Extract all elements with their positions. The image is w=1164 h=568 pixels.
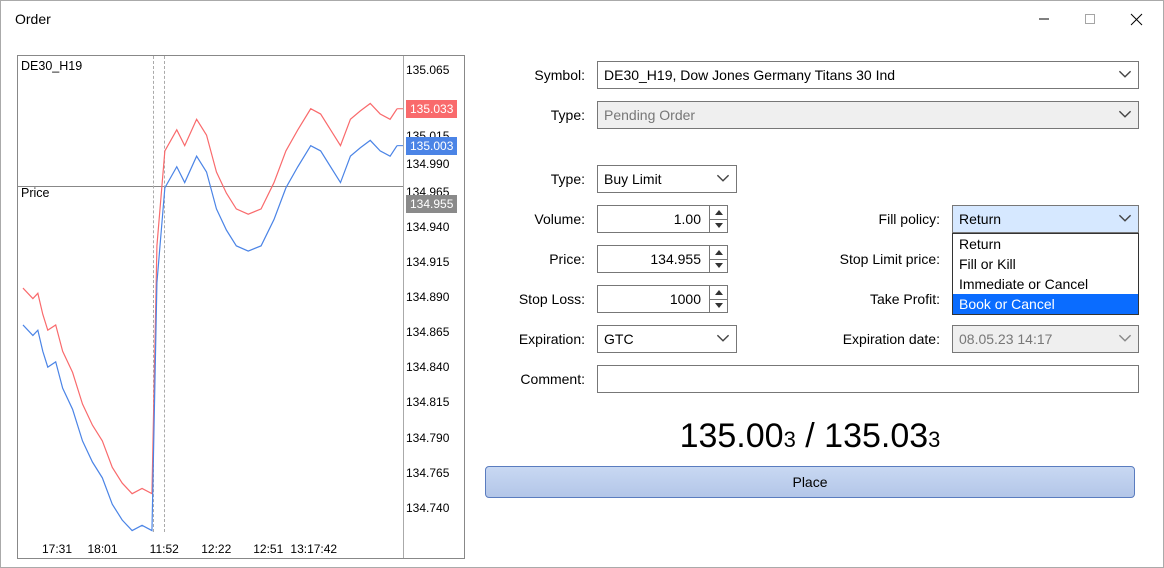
bid-ask-quote: 135.003 / 135.033	[481, 399, 1139, 466]
y-tick: 134.865	[406, 325, 449, 339]
x-tick: 18:01	[87, 542, 117, 556]
quote-separator: /	[796, 417, 824, 455]
expiration-value: GTC	[604, 331, 634, 347]
fillpolicy-select[interactable]: Return Return Fill or Kill Immediate or …	[952, 205, 1139, 233]
stoplimit-label: Stop Limit price:	[812, 251, 952, 267]
spin-up-button[interactable]	[709, 285, 728, 299]
minimize-button[interactable]	[1021, 3, 1067, 35]
x-tick: 17:31	[42, 542, 72, 556]
ask-price-marker: 135.033	[406, 100, 457, 118]
maximize-icon	[1084, 13, 1096, 25]
ordertype-label: Type:	[481, 107, 597, 123]
price-label: Price:	[481, 251, 597, 267]
ask-line	[23, 103, 397, 493]
y-tick: 134.790	[406, 431, 449, 445]
form-panel: Symbol: DE30_H19, Dow Jones Germany Tita…	[481, 55, 1147, 559]
chevron-down-icon	[1118, 67, 1132, 84]
chart-lines	[18, 56, 403, 558]
mark-price-marker: 134.955	[406, 195, 457, 213]
ordertype-select[interactable]: Pending Order	[597, 101, 1139, 129]
y-tick: 134.840	[406, 360, 449, 374]
place-button-label: Place	[792, 474, 827, 490]
pending-type-select[interactable]: Buy Limit	[597, 165, 737, 193]
window-title: Order	[15, 11, 1021, 27]
fillpolicy-value: Return	[959, 211, 1001, 227]
y-tick: 134.890	[406, 290, 449, 304]
fillpolicy-option[interactable]: Book or Cancel	[953, 294, 1138, 314]
price-chart[interactable]: DE30_H19 Price	[17, 55, 465, 559]
chevron-down-icon	[1118, 107, 1132, 124]
bid-main: 135.00	[680, 417, 784, 455]
y-axis: 135.065 135.033 135.015 135.003 134.990 …	[404, 56, 464, 558]
stoploss-stepper[interactable]	[597, 285, 728, 313]
spin-down-button[interactable]	[709, 299, 728, 314]
fillpolicy-option[interactable]: Return	[953, 234, 1138, 254]
x-tick: 13:17:42	[290, 542, 337, 556]
comment-input[interactable]	[597, 365, 1139, 393]
x-tick: 11:52	[150, 542, 179, 556]
y-tick: 134.915	[406, 255, 449, 269]
bid-price-marker: 135.003	[406, 137, 457, 155]
symbol-select[interactable]: DE30_H19, Dow Jones Germany Titans 30 In…	[597, 61, 1139, 89]
ask-main: 135.03	[824, 417, 928, 455]
y-tick: 134.815	[406, 395, 449, 409]
plot-area: DE30_H19 Price	[18, 56, 404, 558]
place-button[interactable]: Place	[485, 466, 1135, 498]
spin-down-button[interactable]	[709, 259, 728, 274]
type2-label: Type:	[481, 171, 597, 187]
x-axis: 17:31 18:01 11:52 12:22 12:51 13:17:42	[18, 534, 343, 560]
price-input[interactable]	[597, 245, 709, 273]
body: DE30_H19 Price	[1, 37, 1163, 567]
y-tick: 134.765	[406, 466, 449, 480]
y-tick: 134.940	[406, 220, 449, 234]
volume-stepper[interactable]	[597, 205, 728, 233]
ordertype-value: Pending Order	[604, 107, 695, 123]
minimize-icon	[1038, 13, 1050, 25]
close-icon	[1130, 13, 1143, 26]
titlebar: Order	[1, 1, 1163, 37]
takeprofit-label: Take Profit:	[812, 291, 952, 307]
chevron-down-icon	[716, 331, 730, 348]
fillpolicy-option[interactable]: Fill or Kill	[953, 254, 1138, 274]
bid-line	[23, 140, 397, 530]
chevron-down-icon	[1118, 331, 1132, 348]
x-tick: 12:51	[253, 542, 283, 556]
close-button[interactable]	[1113, 3, 1159, 35]
spin-up-button[interactable]	[709, 245, 728, 259]
stoploss-label: Stop Loss:	[481, 291, 597, 307]
x-tick: 12:22	[201, 542, 231, 556]
expiration-select[interactable]: GTC	[597, 325, 737, 353]
maximize-button	[1067, 3, 1113, 35]
chevron-down-icon	[1118, 211, 1132, 228]
symbol-value: DE30_H19, Dow Jones Germany Titans 30 In…	[604, 67, 895, 83]
y-tick: 134.740	[406, 501, 449, 515]
volume-input[interactable]	[597, 205, 709, 233]
spin-down-button[interactable]	[709, 219, 728, 234]
pending-type-value: Buy Limit	[604, 171, 662, 187]
y-tick: 135.065	[406, 63, 449, 77]
stoploss-input[interactable]	[597, 285, 709, 313]
y-tick: 134.990	[406, 157, 449, 171]
fillpolicy-label: Fill policy:	[812, 211, 952, 227]
fillpolicy-dropdown: Return Fill or Kill Immediate or Cancel …	[952, 233, 1139, 315]
volume-label: Volume:	[481, 211, 597, 227]
ask-sub: 3	[928, 427, 940, 452]
expdate-value: 08.05.23 14:17	[959, 331, 1052, 347]
comment-label: Comment:	[481, 371, 597, 387]
price-stepper[interactable]	[597, 245, 728, 273]
chart-panel: DE30_H19 Price	[17, 55, 465, 559]
bid-sub: 3	[784, 427, 796, 452]
chevron-down-icon	[716, 171, 730, 188]
expdate-label: Expiration date:	[812, 331, 952, 347]
symbol-label: Symbol:	[481, 67, 597, 83]
expiration-label: Expiration:	[481, 331, 597, 347]
order-window: Order DE30_H19 Price	[0, 0, 1164, 568]
fillpolicy-option[interactable]: Immediate or Cancel	[953, 274, 1138, 294]
spin-up-button[interactable]	[709, 205, 728, 219]
expdate-select: 08.05.23 14:17	[952, 325, 1139, 353]
